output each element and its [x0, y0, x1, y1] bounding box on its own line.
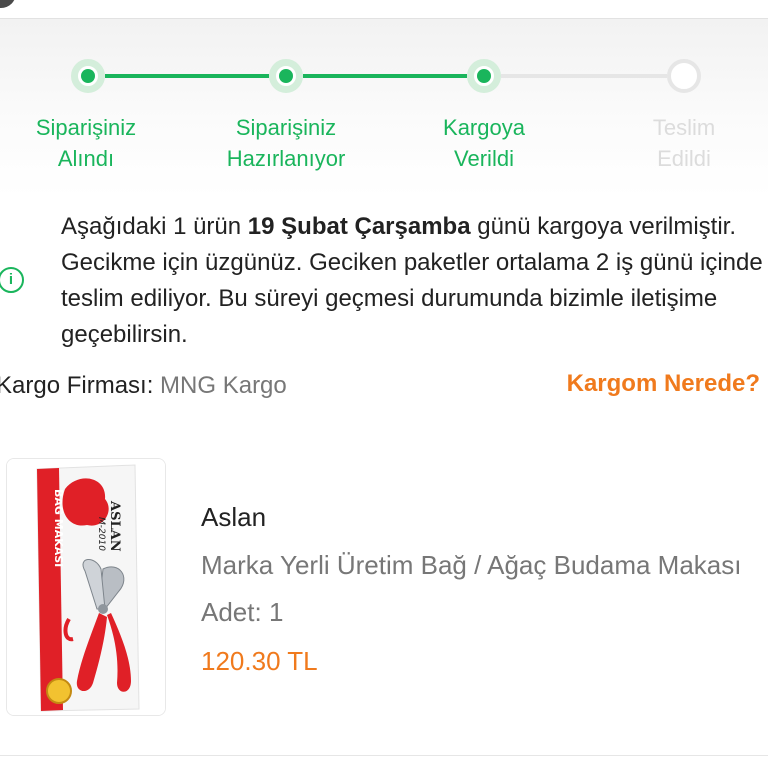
progress-line-2	[303, 74, 467, 78]
top-bar	[0, 0, 768, 19]
step-label-shipped: Kargoya Verildi	[443, 115, 525, 171]
back-button[interactable]	[0, 0, 16, 8]
step-dot-received	[71, 59, 105, 93]
info-icon: i	[0, 267, 24, 293]
product-quantity: Adet: 1	[201, 595, 283, 629]
product-name[interactable]: Marka Yerli Üretim Bağ / Ağaç Budama Mak…	[201, 547, 768, 583]
shipping-message: Aşağıdaki 1 ürün 19 Şubat Çarşamba günü …	[61, 209, 768, 353]
divider	[0, 755, 768, 756]
product-price: 120.30 TL	[201, 646, 318, 676]
cargo-company-label: Kargo Firması:	[0, 372, 154, 399]
cargo-company-row: Kargo Firması: MNG Kargo	[0, 368, 287, 404]
box-model-text: M-2010	[96, 517, 106, 551]
product-thumbnail[interactable]: BAĞ MAKASI ASLAN M-2010	[6, 458, 166, 716]
step-dot-preparing	[269, 59, 303, 93]
box-brand-text: ASLAN	[107, 500, 122, 552]
message-date: 19 Şubat Çarşamba	[247, 213, 471, 240]
order-status-panel: Siparişiniz Alındı Siparişiniz Hazırlanı…	[0, 19, 768, 199]
quantity-label: Adet:	[201, 597, 262, 627]
step-label-received: Siparişiniz Alındı	[35, 115, 137, 171]
cargo-company-value: MNG Kargo	[160, 372, 287, 399]
track-cargo-link[interactable]: Kargom Nerede?	[567, 366, 760, 402]
step-dot-shipped	[467, 59, 501, 93]
progress-line-3	[501, 74, 667, 78]
step-dot-delivered	[667, 59, 701, 93]
message-text-start: Aşağıdaki 1 ürün	[61, 213, 248, 240]
pruning-shears-image: BAĞ MAKASI ASLAN M-2010	[7, 459, 165, 715]
quantity-value: 1	[268, 597, 284, 627]
product-brand[interactable]: Aslan	[201, 500, 266, 534]
progress-line-1	[105, 74, 269, 78]
step-label-preparing: Siparişiniz Hazırlanıyor	[226, 115, 346, 171]
step-label-delivered: Teslim Edildi	[652, 115, 716, 171]
